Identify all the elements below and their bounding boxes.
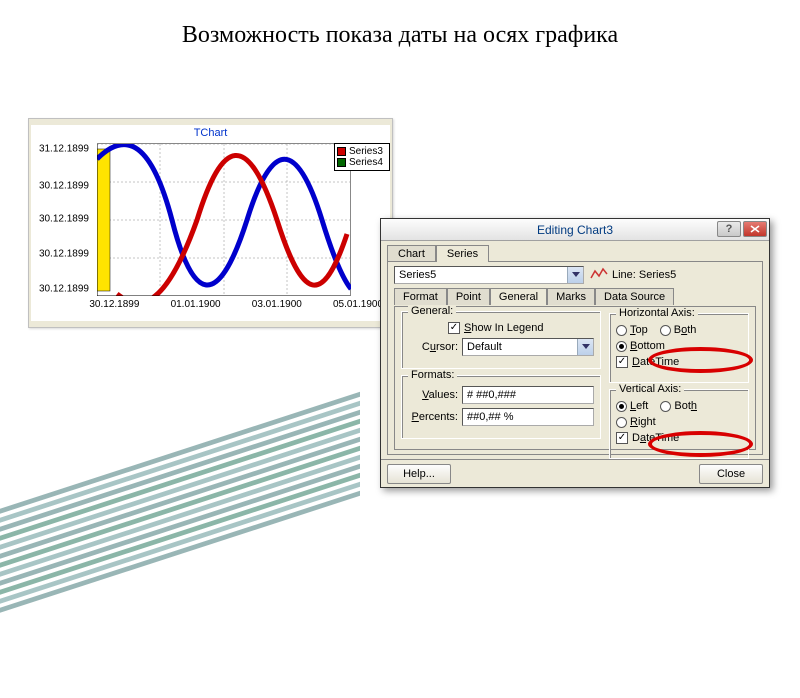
x-tick-label: 30.12.1899 xyxy=(89,299,139,310)
vaxis-left-radio[interactable]: Left xyxy=(616,400,648,412)
cursor-select[interactable]: Default xyxy=(462,338,594,356)
y-tick-label: 31.12.1899 xyxy=(39,144,89,155)
dialog-titlebar[interactable]: Editing Chart3 ? xyxy=(381,219,769,241)
haxis-bottom-radio[interactable]: Bottom xyxy=(616,340,665,352)
legend-item: Series3 xyxy=(337,146,387,157)
y-axis-labels: 31.12.1899 30.12.1899 30.12.1899 30.12.1… xyxy=(31,143,93,295)
series-select[interactable]: Series5 xyxy=(394,266,584,284)
legend-label: Series3 xyxy=(349,146,383,157)
tab-point[interactable]: Point xyxy=(447,288,490,305)
formats-fieldset: Formats: Values: # ##0,### Percents: ##0… xyxy=(401,375,601,439)
percents-label: Percents: xyxy=(408,411,458,423)
chart-title: TChart xyxy=(31,125,390,139)
fieldset-legend: Vertical Axis: xyxy=(616,383,684,395)
values-input[interactable]: # ##0,### xyxy=(462,386,594,404)
checkbox-label: DateTime xyxy=(632,356,679,368)
haxis-both-radio[interactable]: Both xyxy=(660,324,697,336)
series-page: Series5 Line: Series5 Format Point Gener… xyxy=(387,261,763,455)
legend-swatch xyxy=(337,147,346,156)
values-label: Values: xyxy=(408,389,458,401)
checkbox-label: Show In Legend xyxy=(464,322,544,334)
y-tick-label: 30.12.1899 xyxy=(39,214,89,225)
chart-panel: TChart xyxy=(28,118,393,328)
decorative-stripes xyxy=(0,392,360,698)
haxis-datetime-checkbox[interactable]: DateTime xyxy=(616,356,679,368)
tab-series[interactable]: Series xyxy=(436,245,489,262)
x-tick-label: 01.01.1900 xyxy=(171,299,221,310)
tab-data-source[interactable]: Data Source xyxy=(595,288,674,305)
percents-input[interactable]: ##0,## % xyxy=(462,408,594,426)
dialog-title: Editing Chart3 xyxy=(381,223,769,237)
tab-format[interactable]: Format xyxy=(394,288,447,305)
close-button[interactable]: Close xyxy=(699,464,763,484)
horizontal-axis-fieldset: Horizontal Axis: Top Both Bottom DateTim… xyxy=(609,313,749,383)
fieldset-legend: General: xyxy=(408,305,456,317)
y-tick-label: 30.12.1899 xyxy=(39,283,89,294)
chevron-down-icon[interactable] xyxy=(567,267,583,283)
y-tick-label: 30.12.1899 xyxy=(39,180,89,191)
checkbox-icon xyxy=(448,322,460,334)
slide-title: Возможность показа даты на осях графика xyxy=(0,22,800,49)
series-type-preview: Line: Series5 xyxy=(590,267,676,284)
x-axis-labels: 30.12.1899 01.01.1900 03.01.1900 05.01.1… xyxy=(97,299,387,315)
line-chart-icon xyxy=(590,267,608,284)
show-in-legend-checkbox[interactable]: Show In Legend xyxy=(448,322,544,334)
sub-tabs: Format Point General Marks Data Source xyxy=(394,288,756,305)
series-select-value: Series5 xyxy=(399,269,436,281)
help-button[interactable]: Help... xyxy=(387,464,451,484)
vaxis-datetime-checkbox[interactable]: DateTime xyxy=(616,432,679,444)
series-type-label: Line: Series5 xyxy=(612,269,676,281)
chevron-down-icon[interactable] xyxy=(577,339,593,355)
legend-item: Series4 xyxy=(337,157,387,168)
tab-general[interactable]: General xyxy=(490,288,547,305)
checkbox-icon xyxy=(616,432,628,444)
fieldset-legend: Formats: xyxy=(408,369,457,381)
tab-chart[interactable]: Chart xyxy=(387,245,436,262)
vertical-axis-fieldset: Vertical Axis: Left Both Right DateTime xyxy=(609,389,749,459)
chart-inner: TChart xyxy=(31,125,390,321)
chart-legend: Series3 Series4 xyxy=(334,143,390,171)
checkbox-icon xyxy=(616,356,628,368)
legend-label: Series4 xyxy=(349,157,383,168)
cursor-label: Cursor: xyxy=(408,341,458,353)
x-tick-label: 05.01.1900 xyxy=(333,299,383,310)
editing-chart-dialog: Editing Chart3 ? Chart Series Series5 xyxy=(380,218,770,488)
top-tabs: Chart Series xyxy=(387,245,489,262)
legend-swatch xyxy=(337,158,346,167)
vaxis-both-radio[interactable]: Both xyxy=(660,400,697,412)
tab-marks[interactable]: Marks xyxy=(547,288,595,305)
close-icon[interactable] xyxy=(743,221,767,237)
fieldset-legend: Horizontal Axis: xyxy=(616,307,698,319)
general-fieldset: General: Show In Legend Cursor: Default xyxy=(401,311,601,369)
dialog-button-bar: Help... Close xyxy=(381,459,769,487)
general-page: General: Show In Legend Cursor: Default xyxy=(394,306,756,450)
y-tick-label: 30.12.1899 xyxy=(39,248,89,259)
haxis-top-radio[interactable]: Top xyxy=(616,324,648,336)
vaxis-right-radio[interactable]: Right xyxy=(616,416,656,428)
plot-area xyxy=(97,143,351,295)
help-icon[interactable]: ? xyxy=(717,221,741,237)
cursor-select-value: Default xyxy=(467,341,502,353)
x-tick-label: 03.01.1900 xyxy=(252,299,302,310)
checkbox-label: DateTime xyxy=(632,432,679,444)
